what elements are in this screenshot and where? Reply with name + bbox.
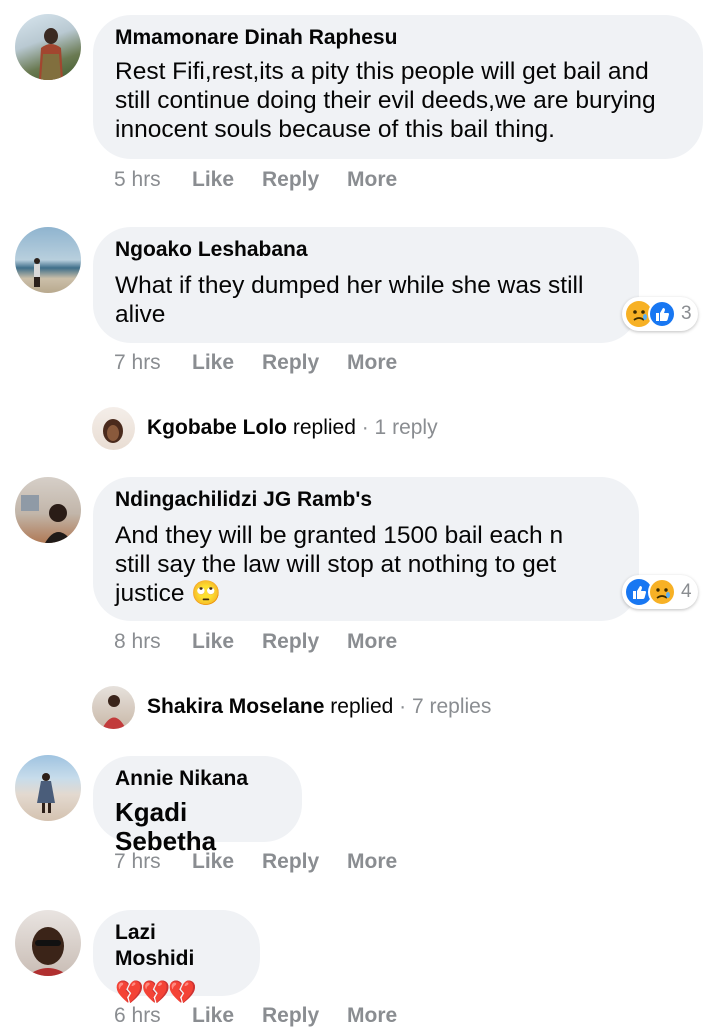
avatar-photo-icon xyxy=(37,773,55,813)
avatar-photo-icon xyxy=(102,695,126,729)
like-button[interactable]: Like xyxy=(192,168,234,192)
reply-count[interactable]: · 7 replies xyxy=(399,695,491,718)
comment-author[interactable]: Lazi Moshidi xyxy=(115,920,238,972)
avatar-photo-icon xyxy=(21,495,73,543)
comment-author[interactable]: Ngoako Leshabana xyxy=(115,237,617,263)
reply-count[interactable]: · 1 reply xyxy=(362,416,438,439)
reaction-summary[interactable]: 3 xyxy=(622,297,698,331)
view-replies-link[interactable]: Shakira Moselane replied · 7 replies xyxy=(147,695,491,719)
reply-button[interactable]: Reply xyxy=(262,168,319,192)
comment-text: And they will be granted 1500 bail each … xyxy=(115,522,564,607)
more-button[interactable]: More xyxy=(347,1004,397,1028)
like-button[interactable]: Like xyxy=(192,1004,234,1028)
avatar[interactable] xyxy=(15,477,81,543)
avatar-photo-icon xyxy=(27,927,69,976)
comment-bubble[interactable]: Annie Nikana Kgadi Sebetha xyxy=(93,756,302,856)
like-react-icon xyxy=(648,300,676,328)
eye-roll-emoji: 🙄 xyxy=(191,580,222,607)
reaction-count: 3 xyxy=(681,303,692,324)
replied-label: replied xyxy=(330,695,394,718)
comment-author[interactable]: Mmamonare Dinah Raphesu xyxy=(115,25,681,51)
comment-bubble[interactable]: Ndingachilidzi JG Ramb's And they will b… xyxy=(93,477,639,621)
view-replies-link[interactable]: Kgobabe Lolo replied · 1 reply xyxy=(147,416,438,440)
more-button[interactable]: More xyxy=(347,168,397,192)
more-button[interactable]: More xyxy=(347,630,397,654)
comment-text: Kgadi Sebetha xyxy=(115,797,217,856)
avatar-photo-icon xyxy=(103,419,123,443)
reaction-count: 4 xyxy=(681,581,692,602)
broken-hearts-emoji: 💔💔💔 xyxy=(115,979,197,1005)
avatar[interactable] xyxy=(15,755,81,821)
reply-button[interactable]: Reply xyxy=(262,630,319,654)
comment-author[interactable]: Ndingachilidzi JG Ramb's xyxy=(115,487,617,513)
avatar[interactable] xyxy=(15,910,81,976)
avatar[interactable] xyxy=(15,14,81,80)
comment-bubble[interactable]: Lazi Moshidi 💔💔💔 xyxy=(93,910,260,1005)
comment-time[interactable]: 8 hrs xyxy=(114,630,161,654)
comment-author[interactable]: Annie Nikana xyxy=(115,766,280,792)
like-button[interactable]: Like xyxy=(192,351,234,375)
comment-text: What if they dumped her while she was st… xyxy=(115,272,584,328)
comment-bubble[interactable]: Mmamonare Dinah Raphesu Rest Fifi,rest,i… xyxy=(93,15,703,159)
reaction-summary[interactable]: 4 xyxy=(622,575,698,609)
comment-time[interactable]: 7 hrs xyxy=(114,351,161,375)
more-button[interactable]: More xyxy=(347,351,397,375)
comment-text: Rest Fifi,rest,its a pity this people wi… xyxy=(115,58,656,143)
like-button[interactable]: Like xyxy=(192,630,234,654)
like-button[interactable]: Like xyxy=(192,850,234,874)
reply-button[interactable]: Reply xyxy=(262,351,319,375)
comment-bubble[interactable]: Ngoako Leshabana What if they dumped her… xyxy=(93,227,639,343)
comment-time[interactable]: 7 hrs xyxy=(114,850,161,874)
reply-avatar[interactable] xyxy=(92,686,135,729)
replied-label: replied xyxy=(292,416,356,439)
reply-avatar[interactable] xyxy=(92,407,135,450)
avatar-photo-icon xyxy=(39,28,63,80)
reply-author[interactable]: Shakira Moselane xyxy=(147,695,324,718)
reply-button[interactable]: Reply xyxy=(262,1004,319,1028)
comment-time[interactable]: 5 hrs xyxy=(114,168,161,192)
comment-time[interactable]: 6 hrs xyxy=(114,1004,161,1028)
sad-react-icon xyxy=(648,578,676,606)
reply-author[interactable]: Kgobabe Lolo xyxy=(147,416,287,439)
avatar[interactable] xyxy=(15,227,81,293)
avatar-photo-icon xyxy=(34,258,40,287)
more-button[interactable]: More xyxy=(347,850,397,874)
reply-button[interactable]: Reply xyxy=(262,850,319,874)
